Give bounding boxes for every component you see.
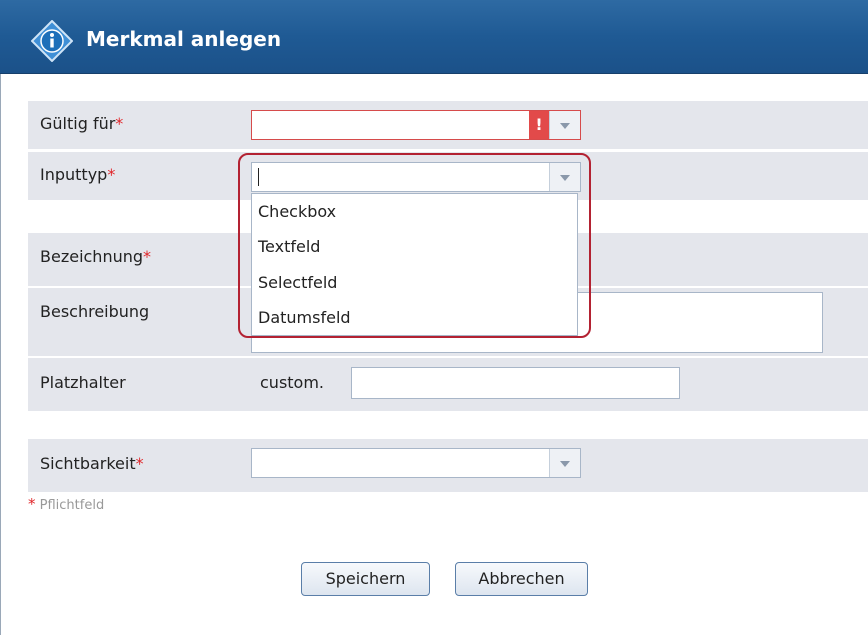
- label-gueltig: Gültig für*: [40, 114, 124, 133]
- save-button[interactable]: Speichern: [301, 562, 430, 596]
- label-inputtyp: Inputtyp*: [40, 165, 116, 184]
- gueltig-dropdown-arrow[interactable]: [549, 111, 580, 139]
- sichtbarkeit-combobox[interactable]: [251, 448, 581, 478]
- label-beschreibung: Beschreibung: [40, 302, 150, 321]
- required-footnote: * Pflichtfeld: [28, 495, 105, 513]
- sichtbarkeit-dropdown-arrow[interactable]: [549, 449, 580, 477]
- dialog-left-border: [0, 74, 1, 635]
- error-icon: !: [529, 111, 549, 139]
- label-bezeichnung: Bezeichnung*: [40, 247, 152, 266]
- label-platzhalter: Platzhalter: [40, 373, 126, 392]
- info-icon: [31, 20, 73, 62]
- platzhalter-input[interactable]: [351, 367, 680, 399]
- dialog-titlebar: Merkmal anlegen: [0, 0, 868, 74]
- highlight-frame: [238, 153, 591, 338]
- label-sichtbarkeit: Sichtbarkeit*: [40, 454, 144, 473]
- dialog-title: Merkmal anlegen: [86, 27, 282, 51]
- platzhalter-prefix: custom.: [260, 373, 325, 392]
- cancel-button[interactable]: Abbrechen: [455, 562, 588, 596]
- gueltig-combobox[interactable]: !: [251, 110, 581, 140]
